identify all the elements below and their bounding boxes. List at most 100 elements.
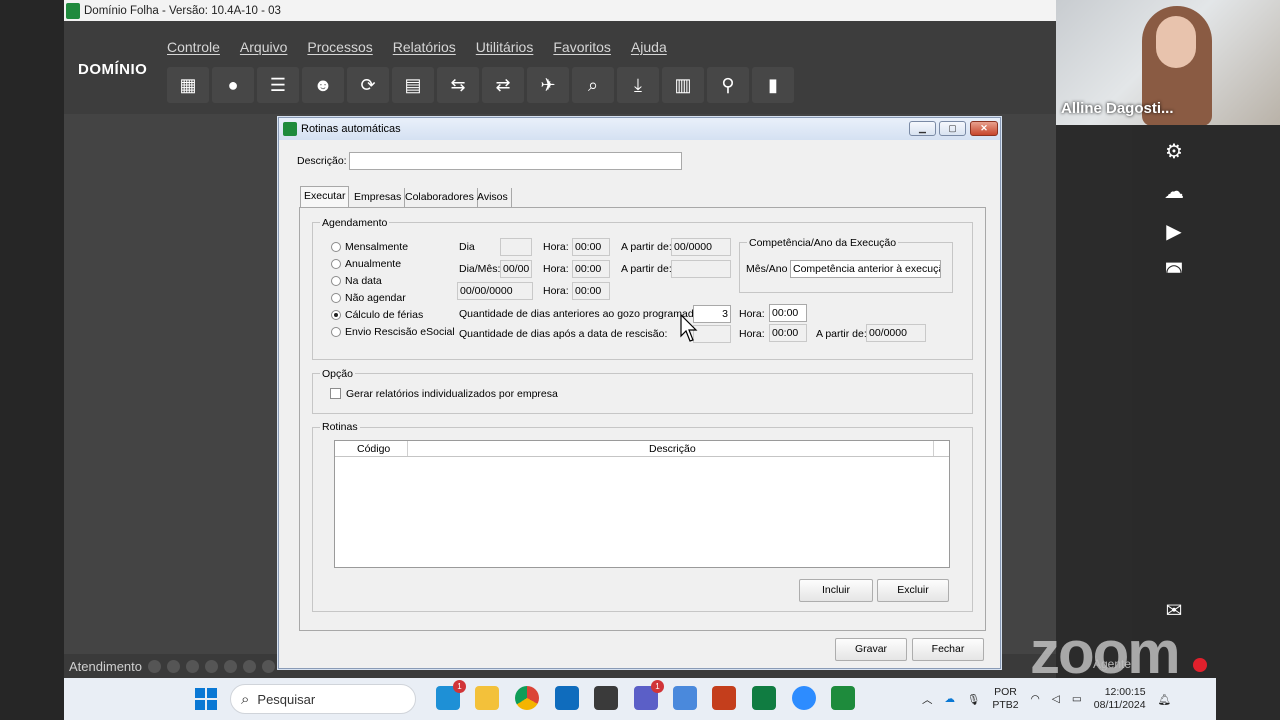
chevron-up-icon[interactable]: ︿ <box>922 692 933 707</box>
qtd-dias-rescisao-label: Quantidade de dias após a data de rescis… <box>459 328 668 340</box>
language-indicator[interactable]: POR PTB2 <box>992 686 1018 712</box>
agente-label: Agente <box>1093 657 1132 671</box>
people-icon[interactable]: ☻ <box>302 67 344 103</box>
data-input[interactable]: 00/00/0000 <box>457 282 533 300</box>
diames-label: Dia/Mês: <box>459 263 501 275</box>
menu-arquivo[interactable]: Arquivo <box>240 39 287 55</box>
radio-nao-agendar[interactable] <box>331 293 341 303</box>
status-icon[interactable] <box>186 659 199 673</box>
search-icon[interactable]: ⌕ <box>572 67 614 103</box>
rotinas-table: Código Descrição <box>334 440 950 568</box>
download-icon[interactable]: ⤓ <box>617 67 659 103</box>
hora-label-2: Hora: <box>543 263 569 275</box>
clock[interactable]: 12:00:15 08/11/2024 <box>1094 686 1146 712</box>
battery-icon[interactable]: ▭ <box>1072 693 1082 705</box>
status-icon[interactable] <box>224 659 237 673</box>
apartir-input-2[interactable] <box>671 260 731 278</box>
hora-input-4[interactable]: 00:00 <box>769 304 807 322</box>
menu-favoritos[interactable]: Favoritos <box>553 39 611 55</box>
col-codigo[interactable]: Código <box>357 443 390 455</box>
hora-input-1[interactable]: 00:00 <box>572 238 610 256</box>
descricao-input[interactable] <box>349 152 682 170</box>
mesano-select[interactable]: Competência anterior à execução <box>790 260 941 278</box>
person-icon[interactable]: ● <box>212 67 254 103</box>
report-search-icon[interactable]: ⚲ <box>707 67 749 103</box>
teams-icon[interactable]: 1 <box>634 680 664 710</box>
radio-calculo-ferias[interactable] <box>331 310 341 320</box>
status-icon[interactable] <box>243 659 256 673</box>
calculator-app-icon[interactable] <box>673 686 697 710</box>
incluir-button[interactable]: Incluir <box>799 579 873 602</box>
outlook-icon[interactable] <box>555 686 579 710</box>
dia-input[interactable] <box>500 238 532 256</box>
menu-utilitarios[interactable]: Utilitários <box>476 39 534 55</box>
dialog-titlebar: Rotinas automáticas <box>279 118 1000 140</box>
status-icon[interactable] <box>205 659 218 673</box>
dominio-app-icon[interactable] <box>831 686 855 710</box>
calculator-icon[interactable]: ▥ <box>662 67 704 103</box>
arrows-icon[interactable]: ⇆ <box>437 67 479 103</box>
sticky-notes-icon[interactable] <box>594 686 618 710</box>
notification-bell-icon[interactable]: 🔔︎ <box>1158 693 1171 706</box>
onedrive-icon[interactable]: ☁ <box>945 693 956 705</box>
refresh-doc-icon[interactable]: ⟳ <box>347 67 389 103</box>
file-explorer-icon[interactable] <box>475 686 499 710</box>
list-add-icon[interactable]: ☰ <box>257 67 299 103</box>
book-icon[interactable]: ▮ <box>752 67 794 103</box>
gear-icon[interactable]: ⚙ <box>1160 138 1188 166</box>
play-icon[interactable]: ▶ <box>1160 218 1188 246</box>
maximize-button[interactable]: ▢ <box>939 121 966 136</box>
powerpoint-icon[interactable] <box>712 686 736 710</box>
apartir-input-3[interactable]: 00/0000 <box>866 324 926 342</box>
radio-mensalmente[interactable] <box>331 242 341 252</box>
menu-ajuda[interactable]: Ajuda <box>631 39 667 55</box>
plane-icon[interactable]: ✈ <box>527 67 569 103</box>
skype-icon[interactable]: 1 <box>436 680 466 710</box>
apartir-label-3: A partir de: <box>816 328 867 340</box>
tab-empresas[interactable]: Empresas <box>351 188 406 208</box>
diames-input[interactable]: 00/00 <box>500 260 532 278</box>
hora-input-5[interactable]: 00:00 <box>769 324 807 342</box>
apartir-input-1[interactable]: 00/0000 <box>671 238 731 256</box>
calculator-grid-icon[interactable]: ▤ <box>392 67 434 103</box>
radio-anualmente[interactable] <box>331 259 341 269</box>
table-header: Código Descrição <box>335 441 949 457</box>
wifi-icon[interactable]: ◠ <box>1031 693 1040 705</box>
menu-processos[interactable]: Processos <box>307 39 372 55</box>
minimize-button[interactable]: ▁ <box>909 121 936 136</box>
status-icon[interactable] <box>262 659 275 673</box>
radio-envio-rescisao[interactable] <box>331 327 341 337</box>
tab-avisos[interactable]: Avisos <box>474 188 512 208</box>
fechar-button[interactable]: Fechar <box>912 638 984 661</box>
zoom-app-icon[interactable] <box>792 686 816 710</box>
chrome-icon[interactable] <box>515 686 539 710</box>
excel-icon[interactable] <box>752 686 776 710</box>
hora-input-2[interactable]: 00:00 <box>572 260 610 278</box>
status-icon[interactable] <box>167 659 180 673</box>
menu-relatorios[interactable]: Relatórios <box>393 39 456 55</box>
col-divider <box>407 441 408 456</box>
microphone-icon[interactable]: 🎙 <box>967 693 980 706</box>
tab-executar[interactable]: Executar <box>300 186 350 208</box>
excluir-button[interactable]: Excluir <box>877 579 949 602</box>
col-descricao[interactable]: Descrição <box>649 443 696 455</box>
status-icon[interactable] <box>148 659 161 673</box>
close-button[interactable]: ✕ <box>970 121 998 136</box>
menu-controle[interactable]: Controle <box>167 39 220 55</box>
tab-colaboradores[interactable]: Colaboradores <box>402 188 478 208</box>
headset-icon[interactable]: ◚ <box>1160 258 1188 286</box>
hora-label-5: Hora: <box>739 328 765 340</box>
volume-icon[interactable]: ◁ <box>1052 693 1060 705</box>
cloud-upload-icon[interactable]: ☁ <box>1160 178 1188 206</box>
building-icon[interactable]: ▦ <box>167 67 209 103</box>
windows-start-icon[interactable] <box>195 688 217 710</box>
rotinas-label: Rotinas <box>320 421 360 433</box>
doc-exchange-icon[interactable]: ⇄ <box>482 67 524 103</box>
agendamento-label: Agendamento <box>320 217 390 229</box>
radio-na-data[interactable] <box>331 276 341 286</box>
app-logo-icon <box>66 2 80 19</box>
hora-input-3[interactable]: 00:00 <box>572 282 610 300</box>
gravar-button[interactable]: Gravar <box>835 638 907 661</box>
taskbar-search[interactable]: ⌕ Pesquisar <box>230 684 416 714</box>
gerar-relatorios-checkbox[interactable] <box>330 388 341 399</box>
